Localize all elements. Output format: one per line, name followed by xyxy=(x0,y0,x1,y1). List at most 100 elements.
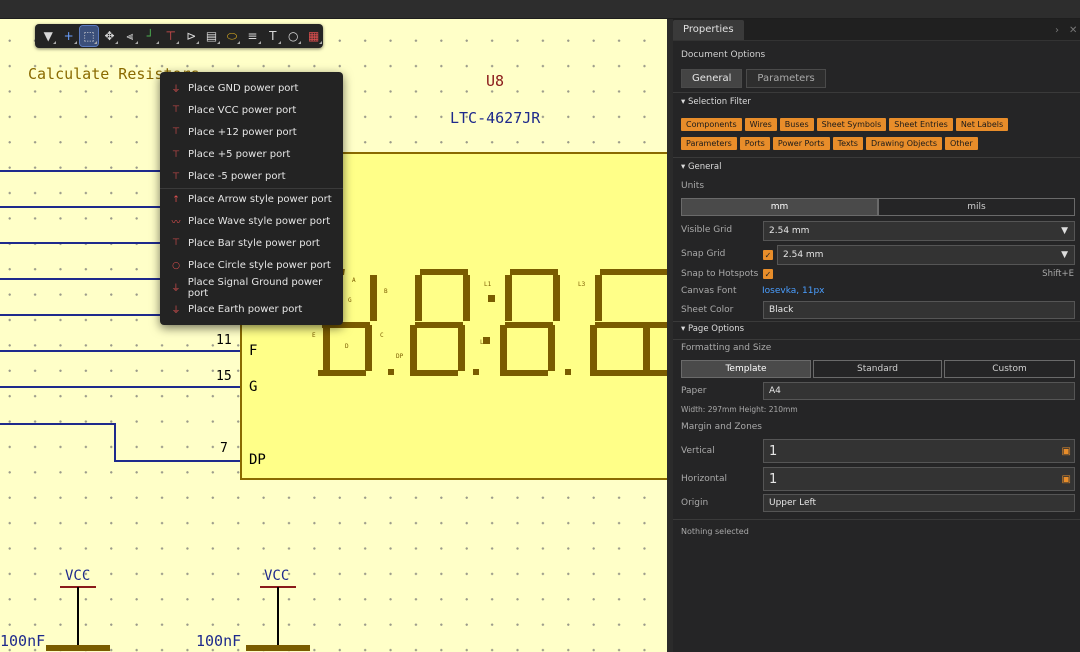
link-icon[interactable]: ▣ xyxy=(1062,474,1071,485)
pin-number: 11 xyxy=(216,333,232,348)
capacitor-value[interactable]: 100nF xyxy=(0,632,45,650)
menu-item-plus12[interactable]: ⊤ Place +12 power port xyxy=(160,121,343,143)
filter-icon[interactable]: ▼ xyxy=(39,26,57,46)
title-bar xyxy=(0,0,1080,19)
segment-label: C xyxy=(380,332,384,339)
segment-label: DP xyxy=(396,353,404,360)
filter-buses[interactable]: Buses xyxy=(779,118,814,131)
filter-power-ports[interactable]: Power Ports xyxy=(772,137,830,150)
units-mm-button[interactable]: mm xyxy=(681,198,878,216)
menu-item-vcc[interactable]: ⊤ Place VCC power port xyxy=(160,99,343,121)
pin-number: 15 xyxy=(216,369,232,384)
tab-parameters[interactable]: Parameters xyxy=(746,69,826,88)
menu-item-arrow[interactable]: ↑ Place Arrow style power port xyxy=(160,187,343,210)
snap-grid-select[interactable]: 2.54 mm ▼ xyxy=(777,245,1075,265)
plus5-icon: ⊤ xyxy=(172,149,180,160)
filter-components[interactable]: Components xyxy=(681,118,742,131)
canvas-font-label: Canvas Font xyxy=(681,286,737,296)
origin-label: Origin xyxy=(681,498,709,508)
segment-label: L2 xyxy=(480,339,488,346)
paper-dimensions: Width: 297mm Height: 210mm xyxy=(681,405,798,414)
segment-label: L1 xyxy=(484,281,492,288)
menu-item-bar[interactable]: ⊤ Place Bar style power port xyxy=(160,232,343,254)
pin-name: DP xyxy=(249,452,266,468)
chevron-down-icon: ▼ xyxy=(1061,226,1068,236)
text-frame-icon[interactable]: ≡ xyxy=(243,26,262,46)
units-mils-button[interactable]: mils xyxy=(878,198,1075,216)
net-icon[interactable]: ┘ xyxy=(141,26,159,46)
menu-item-wave[interactable]: 〰 Place Wave style power port xyxy=(160,210,343,232)
paper-field[interactable]: A4 xyxy=(763,382,1075,400)
canvas-font-link[interactable]: Iosevka, 11px xyxy=(762,286,825,296)
pin-number: 7 xyxy=(220,441,228,456)
menu-item-circle[interactable]: ○ Place Circle style power port xyxy=(160,255,343,277)
filter-other[interactable]: Other xyxy=(944,137,978,150)
power-port-label[interactable]: VCC xyxy=(264,568,289,584)
component-part-number[interactable]: LTC-4627JR xyxy=(450,109,540,127)
selection-filter-header[interactable]: ▾ Selection Filter xyxy=(681,97,751,107)
menu-item-earth[interactable]: ⏚ Place Earth power port xyxy=(160,299,343,321)
port-icon[interactable]: ⬭ xyxy=(223,26,241,46)
chevron-right-icon[interactable]: › xyxy=(1055,25,1059,36)
filter-sheet-entries[interactable]: Sheet Entries xyxy=(889,118,953,131)
filter-sheet-symbols[interactable]: Sheet Symbols xyxy=(816,118,887,131)
format-template-button[interactable]: Template xyxy=(681,360,811,378)
filter-wires[interactable]: Wires xyxy=(744,118,777,131)
format-standard-button[interactable]: Standard xyxy=(813,360,942,378)
menu-item-signal-ground[interactable]: ⏚ Place Signal Ground power port xyxy=(160,277,343,299)
bus-entry-icon[interactable]: ⊳ xyxy=(182,26,200,46)
menu-item-gnd[interactable]: ⏚ Place GND power port xyxy=(160,77,343,99)
format-size-label: Formatting and Size xyxy=(681,343,772,353)
menu-item-plus5[interactable]: ⊤ Place +5 power port xyxy=(160,144,343,166)
vcc-icon: ⊤ xyxy=(172,105,180,116)
select-box-icon[interactable]: ⬚ xyxy=(78,25,100,47)
snap-grid-checkbox[interactable]: ✓ xyxy=(763,250,773,260)
filter-texts[interactable]: Texts xyxy=(832,137,863,150)
menu-item-minus5[interactable]: ⊤ Place -5 power port xyxy=(160,166,343,188)
power-port-label[interactable]: VCC xyxy=(65,568,90,584)
filter-ports[interactable]: Ports xyxy=(739,137,770,150)
origin-field[interactable]: Upper Left xyxy=(763,494,1075,512)
snap-hotspots-checkbox[interactable]: ✓ xyxy=(763,269,773,279)
close-icon[interactable]: ✕ xyxy=(1069,25,1077,36)
arrow-power-icon: ↑ xyxy=(172,194,180,205)
page-options-header[interactable]: ▾ Page Options xyxy=(681,324,744,334)
segment-label: B xyxy=(384,288,388,295)
format-custom-button[interactable]: Custom xyxy=(944,360,1075,378)
segment-label: E xyxy=(312,332,316,339)
bar-power-icon: ⊤ xyxy=(172,238,180,249)
sheet-color-field[interactable]: Black xyxy=(763,301,1075,319)
pin-name: F xyxy=(249,343,258,359)
align-icon[interactable]: ⫷ xyxy=(121,26,139,46)
gnd-icon: ⏚ xyxy=(171,84,181,95)
margin-zones-label: Margin and Zones xyxy=(681,422,762,432)
filter-parameters[interactable]: Parameters xyxy=(681,137,737,150)
vertical-input[interactable]: 1 ▣ xyxy=(763,439,1075,463)
shape-icon[interactable]: ○ xyxy=(284,26,302,46)
move-icon[interactable]: ✥ xyxy=(100,26,119,46)
vertical-label: Vertical xyxy=(681,446,715,456)
chevron-down-icon: ▼ xyxy=(1061,250,1068,260)
power-port-menu: ⏚ Place GND power port ⊤ Place VCC power p… xyxy=(160,72,343,325)
capacitor-value[interactable]: 100nF xyxy=(196,632,241,650)
segment-label: D xyxy=(345,343,349,350)
segment-label: G xyxy=(348,297,352,304)
color-palette-icon[interactable]: ▦ xyxy=(304,26,323,46)
link-icon[interactable]: ▣ xyxy=(1062,446,1071,457)
sheet-symbol-icon[interactable]: ▤ xyxy=(202,26,221,46)
units-label: Units xyxy=(681,181,705,191)
tab-properties[interactable]: Properties xyxy=(673,20,744,40)
tab-general[interactable]: General xyxy=(681,69,743,88)
filter-drawing-objects[interactable]: Drawing Objects xyxy=(865,137,942,150)
visible-grid-select[interactable]: 2.54 mm ▼ xyxy=(763,221,1075,241)
text-icon[interactable]: T xyxy=(264,26,282,46)
filter-net-labels[interactable]: Net Labels xyxy=(955,118,1009,131)
horizontal-input[interactable]: 1 ▣ xyxy=(763,467,1075,491)
component-designator[interactable]: U8 xyxy=(486,72,504,90)
circle-power-icon: ○ xyxy=(172,260,180,271)
general-section-header[interactable]: ▾ General xyxy=(681,162,721,172)
snap-grid-label: Snap Grid xyxy=(681,249,726,259)
document-options-title: Document Options xyxy=(681,50,766,60)
plus-icon[interactable]: + xyxy=(59,26,78,46)
power-port-icon[interactable]: ⊤ xyxy=(162,26,180,46)
